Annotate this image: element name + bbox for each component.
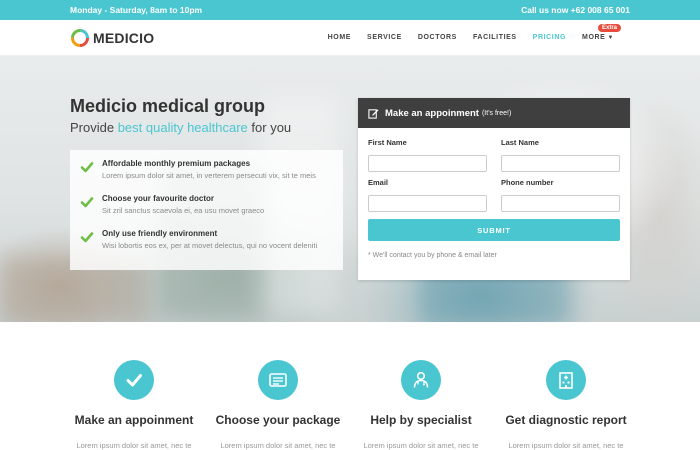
hero-subtitle-post: for you [247,120,292,135]
checkmark-icon [80,162,94,173]
nav-item-more[interactable]: MORE ▼ [582,34,614,41]
opening-hours: Monday - Saturday, 8am to 10pm [70,5,203,15]
phone-group: Phone number [501,178,620,212]
last-name-label: Last Name [501,138,539,147]
service-description: Lorem ipsum dolor sit amet, nec te [363,441,479,450]
checkmark-icon [80,232,94,243]
brand-logo[interactable]: MEDICIO [70,28,154,48]
main-navbar: MEDICIO HOME SERVICE DOCTORS FACILITIES … [0,20,700,56]
first-name-input[interactable] [368,155,487,172]
nav-more-label: MORE [582,34,606,41]
hero-subtitle: Provide best quality healthcare for you [70,120,291,135]
service-icon-circle [258,360,298,400]
email-input[interactable] [368,195,487,212]
feature-description: Wisi lobortis eos ex, per at movet delec… [102,241,318,250]
nav-item-doctors[interactable]: DOCTORS [418,34,457,41]
service-icon-circle [114,360,154,400]
nav-item-facilities[interactable]: FACILITIES [473,34,517,41]
form-title: Make an appoinment [385,107,479,119]
doctor-icon [413,371,429,388]
service-item[interactable]: Choose your package Lorem ipsum dolor si… [203,360,353,450]
services-section: Make an appoinment Lorem ipsum dolor sit… [0,322,700,450]
checkmark-icon [80,197,94,208]
feature-item: Affordable monthly premium packages Lore… [80,159,333,194]
service-description: Lorem ipsum dolor sit amet, nec te [508,441,624,450]
first-name-group: First Name [368,138,487,172]
service-title: Make an appoinment [74,413,194,427]
feature-description: Sit zril sanctus scaevola ei, ea usu mov… [102,206,265,215]
phone-label: Phone number [501,178,554,187]
form-title-note: (It's free!) [481,109,512,117]
feature-list: Affordable monthly premium packages Lore… [70,150,343,270]
feature-item: Choose your favourite doctor Sit zril sa… [80,194,333,229]
form-note: * We'll contact you by phone & email lat… [368,252,497,259]
email-label: Email [368,178,389,187]
hospital-icon [559,372,573,389]
nav-item-pricing[interactable]: PRICING [533,34,566,41]
feature-title: Choose your favourite doctor [102,194,215,203]
service-icon-circle [546,360,586,400]
hero-title: Medicio medical group [70,96,266,116]
last-name-input[interactable] [501,155,620,172]
appointment-form-header: Make an appoinment (It's free!) [358,98,630,128]
edit-icon [368,108,379,119]
feature-title: Affordable monthly premium packages [102,159,251,168]
first-name-label: First Name [368,138,407,147]
nav-menu: HOME SERVICE DOCTORS FACILITIES PRICING … [312,34,614,41]
service-item[interactable]: Get diagnostic report Lorem ipsum dolor … [491,360,641,450]
hero-subtitle-highlight: best quality healthcare [117,120,248,135]
top-info-bar: Monday - Saturday, 8am to 10pm Call us n… [0,0,700,20]
hero-subtitle-pre: Provide [70,120,118,135]
extra-badge: Extra [598,24,622,32]
nav-item-home[interactable]: HOME [328,34,351,41]
service-item[interactable]: Help by specialist Lorem ipsum dolor sit… [346,360,496,450]
service-title: Help by specialist [370,413,472,427]
last-name-group: Last Name [501,138,620,172]
check-icon [126,374,142,387]
logo-ring-icon [71,29,89,47]
nav-item-service[interactable]: SERVICE [367,34,402,41]
feature-description: Lorem ipsum dolor sit amet, in verterem … [102,171,316,180]
package-card-icon [269,373,287,387]
appointment-form-card: Make an appoinment (It's free!) First Na… [358,98,630,280]
service-item[interactable]: Make an appoinment Lorem ipsum dolor sit… [59,360,209,450]
feature-item: Only use friendly environment Wisi lobor… [80,229,333,264]
caret-down-icon: ▼ [607,35,614,41]
email-group: Email [368,178,487,212]
feature-title: Only use friendly environment [102,229,218,238]
service-description: Lorem ipsum dolor sit amet, nec te [220,441,336,450]
hero-section: Medicio medical group Provide best quali… [0,56,700,322]
phone-input[interactable] [501,195,620,212]
phone-contact[interactable]: Call us now +62 008 65 001 [521,5,630,15]
service-icon-circle [401,360,441,400]
service-description: Lorem ipsum dolor sit amet, nec te [76,441,192,450]
service-title: Choose your package [215,413,341,427]
submit-button[interactable]: SUBMIT [368,219,620,241]
service-title: Get diagnostic report [505,413,627,427]
brand-name: MEDICIO [93,30,155,46]
